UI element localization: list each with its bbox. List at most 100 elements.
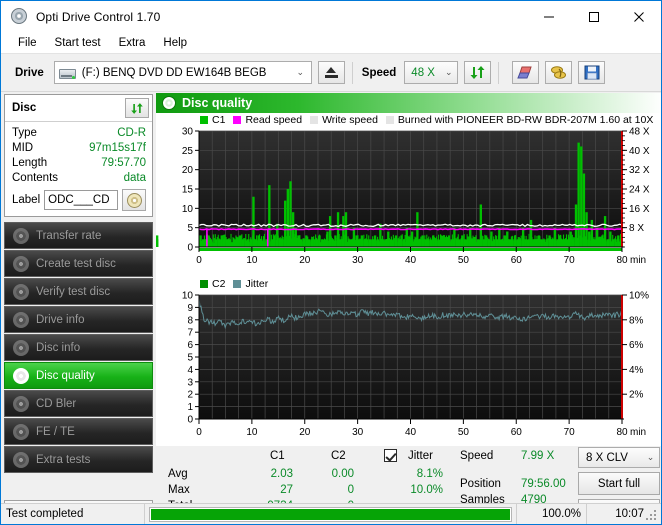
svg-text:60: 60 xyxy=(511,427,523,438)
window-controls xyxy=(526,1,661,32)
legend-swatch-write-speed xyxy=(310,116,318,124)
svg-text:40: 40 xyxy=(405,255,417,266)
bottom-chart-container: C2 Jitter 0 1 2 3 4 5 6 7 8 9 10 2% 4% 6% 8% 10% 0 10 20 30… xyxy=(156,277,662,451)
stats-c1-avg: 2.03 xyxy=(253,468,293,480)
disc-label-input[interactable]: ODC___CD xyxy=(44,190,118,210)
content-pane: Disc quality C1 Read speed Write speed B… xyxy=(156,93,662,525)
drive-select[interactable]: (F:) BENQ DVD DD EW164B BEGB ⌄ xyxy=(54,61,312,84)
resize-grip-icon[interactable] xyxy=(644,508,656,520)
jitter-checkbox[interactable] xyxy=(384,449,397,462)
sidebar-item-label: Verify test disc xyxy=(36,286,110,298)
svg-text:48 X: 48 X xyxy=(629,127,650,138)
svg-text:0: 0 xyxy=(196,255,202,266)
start-full-button[interactable]: Start full xyxy=(578,472,660,495)
svg-text:3: 3 xyxy=(187,377,193,388)
floppy-save-icon xyxy=(584,65,600,80)
disc-length-label: Length xyxy=(12,156,47,171)
stats-row-header-avg: Avg xyxy=(168,468,188,480)
svg-text:8%: 8% xyxy=(629,315,644,326)
legend-label-burned-with: Burned with PIONEER BD-RW BDR-207M 1.60 … xyxy=(398,114,653,126)
position-readout-label: Position xyxy=(460,478,501,490)
legend-label-read-speed: Read speed xyxy=(245,114,302,126)
svg-text:6: 6 xyxy=(187,340,193,351)
svg-text:7: 7 xyxy=(187,328,193,339)
menu-extra[interactable]: Extra xyxy=(111,35,154,51)
menu-bar: File Start test Extra Help xyxy=(1,32,661,54)
sidebar-item-disc-info[interactable]: Disc info xyxy=(4,334,153,361)
svg-text:0: 0 xyxy=(187,415,193,426)
disc-quality-icon xyxy=(13,368,29,384)
minimize-icon[interactable] xyxy=(526,1,571,32)
window-title: Opti Drive Control 1.70 xyxy=(36,10,160,24)
maximize-icon[interactable] xyxy=(571,1,616,32)
write-speed-select[interactable]: 8 X CLV ⌄ xyxy=(578,447,660,468)
disc-refresh-button[interactable] xyxy=(125,98,149,118)
menu-file[interactable]: File xyxy=(10,35,45,51)
speed-select[interactable]: 48 X ⌄ xyxy=(404,61,458,84)
disc-write-icon xyxy=(13,256,29,272)
disc-check-icon xyxy=(13,284,29,300)
title-bar: Opti Drive Control 1.70 xyxy=(1,1,661,32)
sidebar-item-verify-test-disc[interactable]: Verify test disc xyxy=(4,278,153,305)
svg-text:32 X: 32 X xyxy=(629,165,650,176)
svg-text:10: 10 xyxy=(182,204,194,215)
stats-c2-max: 0 xyxy=(314,484,354,496)
elapsed-time: 10:07 xyxy=(587,504,662,525)
svg-text:80: 80 xyxy=(616,427,628,438)
disc-fete-icon xyxy=(13,424,29,440)
left-sidebar: Disc Type CD-R MID 97m15s17f Length 79:5… xyxy=(1,93,156,525)
toolbar-divider-1 xyxy=(352,62,353,84)
svg-text:10: 10 xyxy=(246,427,258,438)
legend-label-write-speed: Write speed xyxy=(322,114,378,126)
eject-button[interactable] xyxy=(318,61,345,84)
refresh-icon xyxy=(469,65,486,80)
test-nav: Transfer rate Create test disc Verify te… xyxy=(4,222,153,473)
svg-text:min: min xyxy=(630,427,646,438)
sidebar-item-cd-bler[interactable]: CD Bler xyxy=(4,390,153,417)
svg-text:10: 10 xyxy=(182,291,194,302)
svg-text:6%: 6% xyxy=(629,340,644,351)
sidebar-item-label: Extra tests xyxy=(36,454,90,466)
svg-text:25: 25 xyxy=(182,146,194,157)
svg-text:60: 60 xyxy=(511,255,523,266)
disc-length-value: 79:57.70 xyxy=(101,156,146,171)
toolbar-divider-2 xyxy=(498,62,499,84)
sidebar-item-disc-quality[interactable]: Disc quality xyxy=(4,362,153,389)
sidebar-item-label: Drive info xyxy=(36,314,85,326)
elapsed-time-value: 10:07 xyxy=(615,508,644,520)
app-window: Opti Drive Control 1.70 File Start test … xyxy=(0,0,662,525)
refresh-button[interactable] xyxy=(464,61,491,84)
sidebar-item-drive-info[interactable]: Drive info xyxy=(4,306,153,333)
eject-icon xyxy=(324,66,339,79)
disc-row-type: Type CD-R xyxy=(12,126,146,141)
disc-mid-value: 97m15s17f xyxy=(89,141,146,156)
disc-label-button[interactable] xyxy=(122,189,146,211)
disc-row-length: Length 79:57.70 xyxy=(12,156,146,171)
body-area: Disc Type CD-R MID 97m15s17f Length 79:5… xyxy=(1,93,662,525)
svg-text:10%: 10% xyxy=(629,291,649,302)
sidebar-item-create-test-disc[interactable]: Create test disc xyxy=(4,250,153,277)
svg-text:5: 5 xyxy=(187,353,193,364)
svg-text:30: 30 xyxy=(352,427,364,438)
sidebar-item-transfer-rate[interactable]: Transfer rate xyxy=(4,222,153,249)
drive-label: Drive xyxy=(15,67,44,79)
jitter-label: Jitter xyxy=(408,450,433,462)
speed-select-value: 48 X xyxy=(411,67,440,79)
sidebar-item-fe-te[interactable]: FE / TE xyxy=(4,418,153,445)
disc-icon xyxy=(13,228,29,244)
stats-jitter-max: 10.0% xyxy=(386,484,443,496)
menu-help[interactable]: Help xyxy=(155,35,195,51)
sidebar-item-extra-tests[interactable]: Extra tests xyxy=(4,446,153,473)
close-icon[interactable] xyxy=(616,1,661,32)
legend-swatch-read-speed xyxy=(233,116,241,124)
disc-drive-icon xyxy=(13,312,29,328)
save-button[interactable] xyxy=(578,61,605,84)
menu-start-test[interactable]: Start test xyxy=(47,35,109,51)
svg-text:1: 1 xyxy=(187,402,193,413)
page-title: Disc quality xyxy=(182,96,252,110)
erase-button[interactable] xyxy=(512,61,539,84)
settings-button[interactable] xyxy=(545,61,572,84)
sidebar-item-label: Transfer rate xyxy=(36,230,101,242)
bottom-chart-svg: 0123456789102%4%6%8%10%0 10 20 30 40 50 60 70 80… xyxy=(156,291,662,446)
disc-row-contents: Contents data xyxy=(12,171,146,186)
